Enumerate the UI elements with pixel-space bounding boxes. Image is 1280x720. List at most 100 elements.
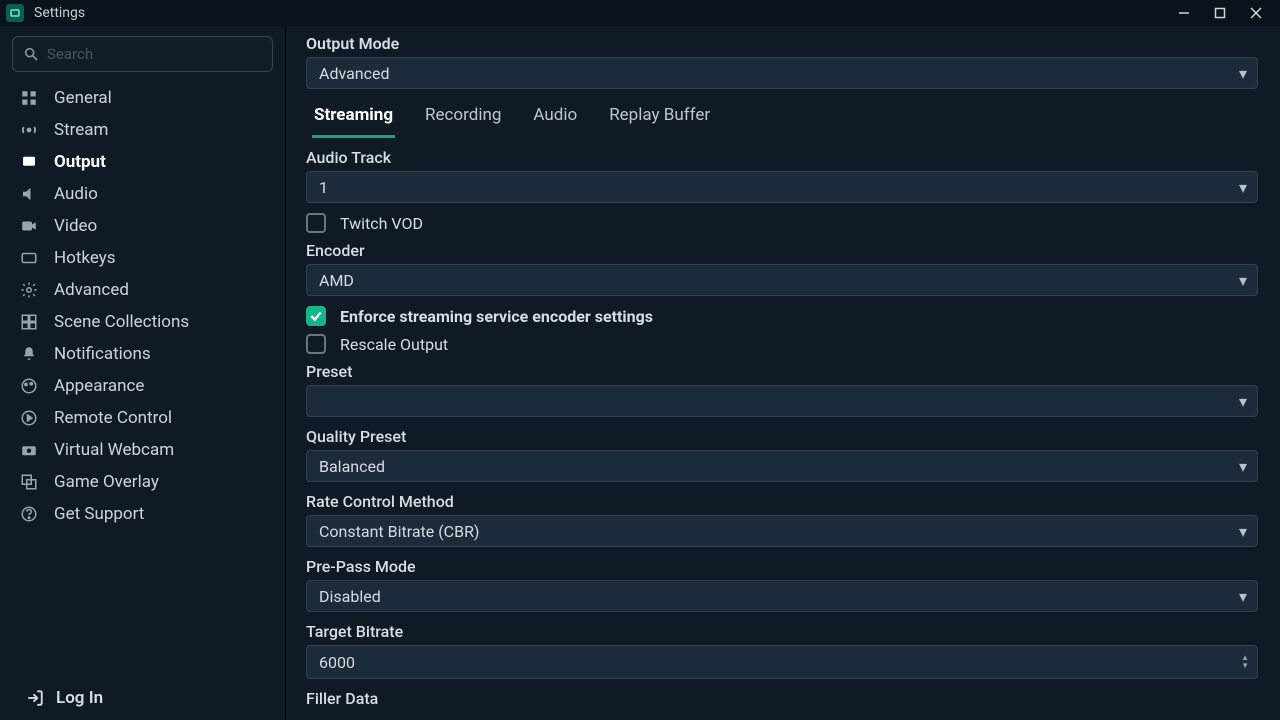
sidebar-item-remote-control[interactable]: Remote Control — [12, 402, 273, 434]
output-tabs: Streaming Recording Audio Replay Buffer — [312, 101, 1258, 138]
target-bitrate-label: Target Bitrate — [306, 622, 1258, 641]
quality-preset-label: Quality Preset — [306, 427, 1258, 446]
sidebar: General Stream Output Audio Video Hotkey… — [0, 26, 286, 720]
output-mode-value: Advanced — [319, 64, 390, 83]
rescale-output-checkbox[interactable] — [306, 334, 326, 354]
tab-recording[interactable]: Recording — [423, 101, 503, 138]
target-bitrate-value: 6000 — [319, 653, 355, 672]
login-label: Log In — [56, 688, 103, 708]
search-input[interactable] — [47, 45, 262, 63]
sidebar-item-label: Virtual Webcam — [54, 440, 174, 460]
audio-track-value: 1 — [319, 178, 328, 197]
rescale-output-label: Rescale Output — [340, 335, 448, 354]
sidebar-nav: General Stream Output Audio Video Hotkey… — [12, 82, 273, 530]
login-button[interactable]: Log In — [12, 680, 273, 714]
sidebar-item-output[interactable]: Output — [12, 146, 273, 178]
enforce-encoder-checkbox[interactable] — [306, 306, 326, 326]
quality-preset-select[interactable]: Balanced ▾ — [306, 450, 1258, 482]
spinner-icon[interactable]: ▲▼ — [1241, 654, 1249, 670]
speaker-icon — [18, 185, 40, 203]
chevron-down-icon: ▾ — [1239, 178, 1247, 197]
app-icon — [6, 4, 24, 22]
close-button[interactable] — [1238, 0, 1274, 26]
sidebar-item-label: Scene Collections — [54, 312, 189, 332]
twitch-vod-label: Twitch VOD — [340, 214, 423, 233]
palette-icon — [18, 377, 40, 395]
overlay-icon — [18, 473, 40, 491]
rate-control-value: Constant Bitrate (CBR) — [319, 522, 480, 541]
filler-data-label: Filler Data — [306, 689, 1258, 708]
broadcast-icon — [18, 121, 40, 139]
chevron-down-icon: ▾ — [1239, 271, 1247, 290]
sidebar-item-label: Output — [54, 152, 106, 172]
prepass-select[interactable]: Disabled ▾ — [306, 580, 1258, 612]
sidebar-item-audio[interactable]: Audio — [12, 178, 273, 210]
sidebar-item-label: Advanced — [54, 280, 129, 300]
output-icon — [18, 153, 40, 171]
preset-select[interactable]: ▾ — [306, 385, 1258, 417]
output-mode-select[interactable]: Advanced ▾ — [306, 57, 1258, 89]
camera-icon — [18, 441, 40, 459]
tab-streaming[interactable]: Streaming — [312, 101, 395, 138]
sidebar-item-video[interactable]: Video — [12, 210, 273, 242]
rate-control-select[interactable]: Constant Bitrate (CBR) ▾ — [306, 515, 1258, 547]
prepass-value: Disabled — [319, 587, 381, 606]
sidebar-item-appearance[interactable]: Appearance — [12, 370, 273, 402]
collections-icon — [18, 313, 40, 331]
sidebar-item-label: Remote Control — [54, 408, 172, 428]
quality-preset-value: Balanced — [319, 457, 385, 476]
audio-track-select[interactable]: 1 ▾ — [306, 171, 1258, 203]
titlebar: Settings — [0, 0, 1280, 26]
audio-track-label: Audio Track — [306, 148, 1258, 167]
sidebar-item-label: Game Overlay — [54, 472, 159, 492]
preset-label: Preset — [306, 362, 1258, 381]
maximize-button[interactable] — [1202, 0, 1238, 26]
encoder-label: Encoder — [306, 241, 1258, 260]
twitch-vod-checkbox[interactable] — [306, 213, 326, 233]
sidebar-item-scene-collections[interactable]: Scene Collections — [12, 306, 273, 338]
sidebar-item-get-support[interactable]: Get Support — [12, 498, 273, 530]
target-bitrate-input[interactable]: 6000 ▲▼ — [306, 645, 1258, 679]
login-icon — [26, 689, 44, 707]
main-panel: Output Mode Advanced ▾ Streaming Recordi… — [286, 26, 1280, 720]
sidebar-item-label: Stream — [54, 120, 108, 140]
search-icon — [23, 46, 39, 62]
chevron-down-icon: ▾ — [1239, 64, 1247, 83]
rate-control-label: Rate Control Method — [306, 492, 1258, 511]
sidebar-item-notifications[interactable]: Notifications — [12, 338, 273, 370]
sidebar-item-label: Appearance — [54, 376, 144, 396]
sidebar-item-label: General — [54, 88, 112, 108]
encoder-select[interactable]: AMD ▾ — [306, 264, 1258, 296]
video-icon — [18, 217, 40, 235]
sidebar-item-advanced[interactable]: Advanced — [12, 274, 273, 306]
grid-icon — [18, 89, 40, 107]
gear-icon — [18, 281, 40, 299]
minimize-button[interactable] — [1166, 0, 1202, 26]
output-mode-label: Output Mode — [306, 34, 1258, 53]
play-circle-icon — [18, 409, 40, 427]
keyboard-icon — [18, 249, 40, 267]
chevron-down-icon: ▾ — [1239, 587, 1247, 606]
chevron-down-icon: ▾ — [1239, 522, 1247, 541]
chevron-down-icon: ▾ — [1239, 457, 1247, 476]
help-icon — [18, 505, 40, 523]
sidebar-item-label: Video — [54, 216, 97, 236]
chevron-down-icon: ▾ — [1239, 392, 1247, 411]
sidebar-item-label: Audio — [54, 184, 98, 204]
encoder-value: AMD — [319, 271, 354, 290]
sidebar-item-general[interactable]: General — [12, 82, 273, 114]
sidebar-item-hotkeys[interactable]: Hotkeys — [12, 242, 273, 274]
enforce-encoder-label: Enforce streaming service encoder settin… — [340, 307, 653, 326]
sidebar-item-label: Get Support — [54, 504, 144, 524]
sidebar-item-game-overlay[interactable]: Game Overlay — [12, 466, 273, 498]
sidebar-item-stream[interactable]: Stream — [12, 114, 273, 146]
search-box[interactable] — [12, 36, 273, 72]
tab-audio[interactable]: Audio — [531, 101, 579, 138]
tab-replay-buffer[interactable]: Replay Buffer — [607, 101, 712, 138]
sidebar-item-label: Hotkeys — [54, 248, 116, 268]
sidebar-item-virtual-webcam[interactable]: Virtual Webcam — [12, 434, 273, 466]
window-title: Settings — [34, 5, 85, 21]
sidebar-item-label: Notifications — [54, 344, 151, 364]
bell-icon — [18, 345, 40, 363]
prepass-label: Pre-Pass Mode — [306, 557, 1258, 576]
